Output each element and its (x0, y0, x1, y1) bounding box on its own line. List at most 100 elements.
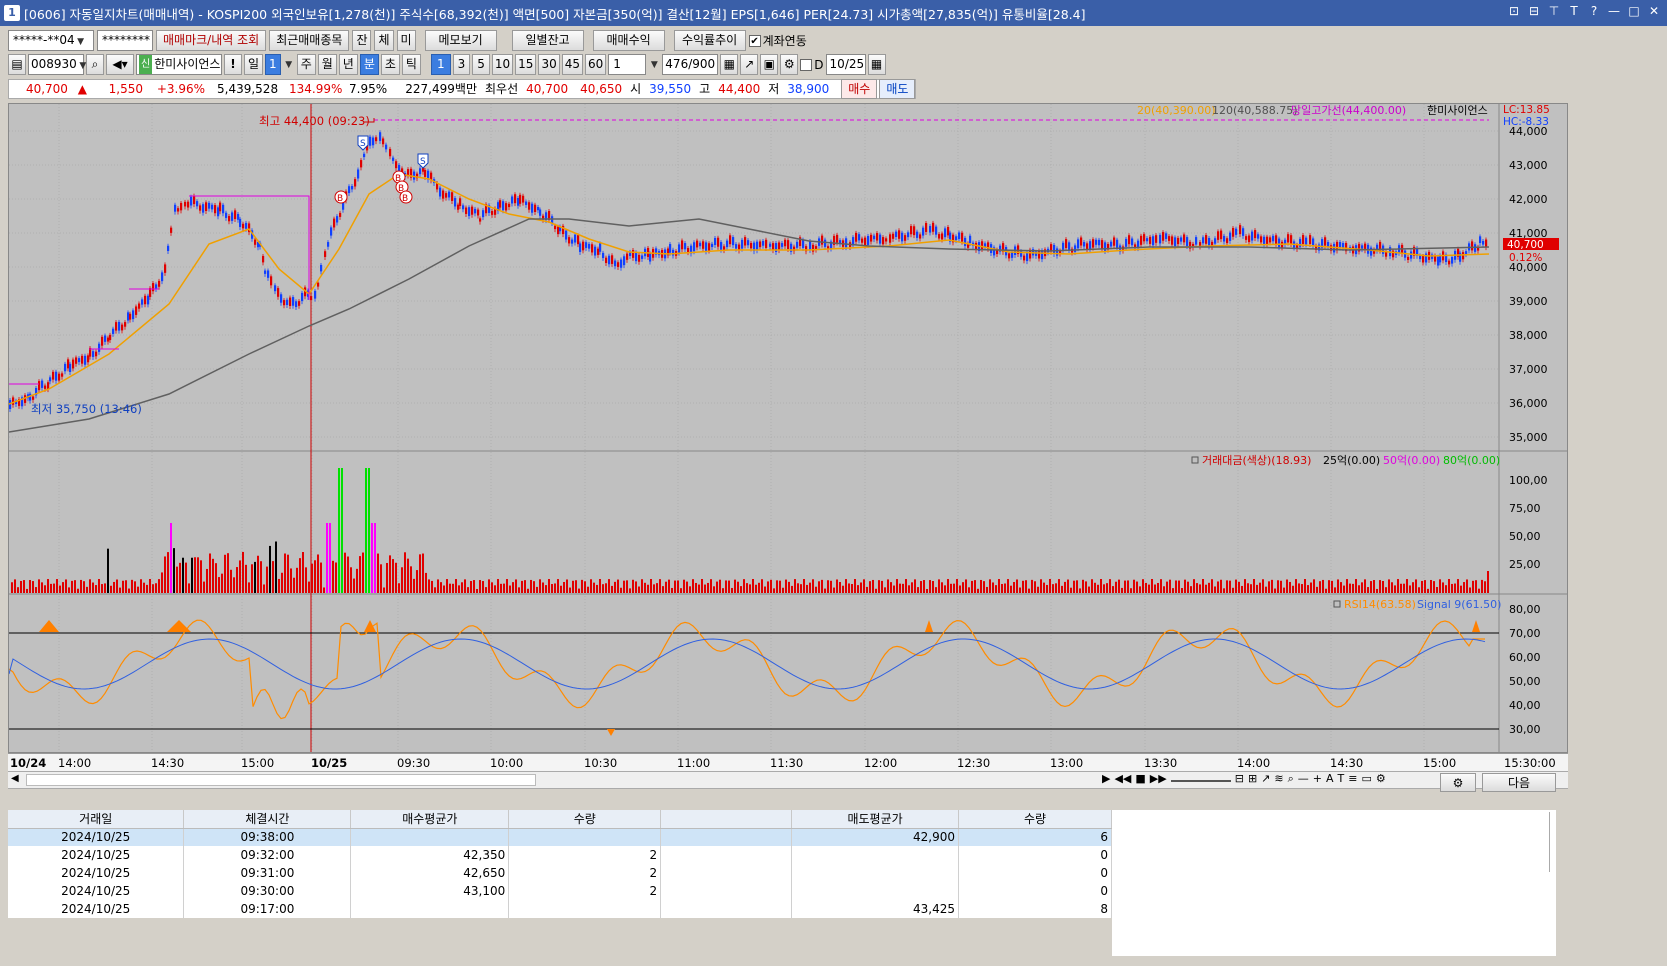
chart-area[interactable]: 20(40,390.00) 120(40,588.75) 당일고가선(44,40… (8, 103, 1568, 753)
rewind-icon[interactable]: ◀◀ (1114, 772, 1131, 786)
search-icon[interactable]: ⌕ (86, 54, 104, 75)
plus-icon[interactable]: + (1313, 772, 1322, 786)
executed-button[interactable]: 체 (374, 30, 394, 51)
zoom-in-icon[interactable]: ⊞ (1248, 772, 1257, 786)
stock-code-input[interactable]: 008930 ▼ (28, 54, 86, 75)
speaker-icon[interactable]: ◀▾ (106, 54, 134, 75)
settings-icon[interactable]: ⚙ (1376, 772, 1386, 786)
chevron-down-icon[interactable]: ▼ (648, 60, 660, 70)
col-buy-qty[interactable]: 수량 (508, 810, 662, 829)
stop-icon[interactable]: ■ (1135, 772, 1145, 786)
trade-profit-button[interactable]: 매매수익 (592, 30, 665, 51)
volume-bar (1286, 579, 1288, 593)
period-month[interactable]: 월 (317, 54, 337, 75)
interval-60[interactable]: 60 (585, 54, 607, 75)
zoom-slider[interactable] (1170, 772, 1231, 782)
daily-balance-button[interactable]: 일별잔고 (511, 30, 584, 51)
password-field[interactable]: ******** (97, 30, 153, 51)
scroll-right-icon[interactable]: ▶ (1102, 772, 1110, 786)
grid-icon[interactable]: ▦ (720, 54, 739, 75)
chevron-down-icon[interactable]: ▼ (283, 60, 295, 70)
period-day[interactable]: 일 (244, 54, 264, 75)
date-input[interactable]: 10/25 (825, 54, 866, 75)
memo-button[interactable]: 메모보기 (424, 30, 497, 51)
date-toggle[interactable]: D (800, 58, 824, 72)
table-row[interactable]: 2024/10/25 09:32:00 42,350 2 0 (8, 846, 1112, 864)
calendar-icon[interactable]: ▦ (867, 54, 886, 75)
check-icon[interactable]: ✔ (748, 34, 761, 47)
period-minute[interactable]: 분 (359, 54, 379, 75)
zoom-out-icon[interactable]: ⊟ (1235, 772, 1244, 786)
return-trend-button[interactable]: 수익률추이 (673, 30, 746, 51)
table-row[interactable]: 2024/10/25 09:38:00 42,900 6 (8, 828, 1112, 846)
period-year[interactable]: 년 (338, 54, 358, 75)
restore-icon[interactable]: ⊡ (1507, 4, 1521, 18)
scroll-thumb[interactable] (26, 774, 536, 786)
gear-icon[interactable]: ⚙ (780, 54, 799, 75)
unfilled-button[interactable]: 미 (396, 30, 416, 51)
col-sell-avg[interactable]: 매도평균가 (791, 810, 960, 829)
account-link-toggle[interactable]: ✔ 계좌연동 (748, 32, 807, 49)
minimize-icon[interactable]: — (1607, 4, 1621, 18)
tile-icon[interactable]: ⊟ (1527, 4, 1541, 18)
close-icon[interactable]: ✕ (1647, 4, 1661, 18)
trade-marks-button[interactable]: 매매마크/내역 조회 (156, 30, 267, 51)
stock-name-field[interactable]: 신 한미사이언스 (136, 54, 222, 75)
help-icon[interactable]: ? (1587, 4, 1601, 18)
period-tick[interactable]: 틱 (401, 54, 421, 75)
pin-icon[interactable]: ⊤ (1547, 4, 1561, 18)
col-buy-avg[interactable]: 매수평균가 (350, 810, 510, 829)
text-tool-icon[interactable]: A (1326, 772, 1334, 786)
recent-items-button[interactable]: 최근매매종목 (269, 30, 350, 51)
gear-button[interactable]: ⚙ (1440, 773, 1476, 792)
table-row[interactable]: 2024/10/25 09:30:00 43,100 2 0 (8, 882, 1112, 900)
chart-svg[interactable]: 20(40,390.00) 120(40,588.75) 당일고가선(44,40… (8, 103, 1567, 752)
interval-10[interactable]: 10 (491, 54, 514, 75)
layout-icon[interactable]: ▤ (8, 54, 26, 75)
balance-button[interactable]: 잔 (352, 30, 372, 51)
date-checkbox[interactable] (800, 58, 813, 71)
table-scrollbar[interactable] (1549, 812, 1557, 872)
period-day-count[interactable]: 1 (265, 54, 281, 75)
interval-15[interactable]: 15 (515, 54, 537, 75)
table-row[interactable]: 2024/10/25 09:17:00 43,425 8 (8, 900, 1112, 918)
next-button[interactable]: 다음 (1482, 773, 1556, 792)
save-icon[interactable]: ▣ (760, 54, 779, 75)
interval-45[interactable]: 45 (561, 54, 584, 75)
col-sell-qty[interactable]: 수량 (958, 810, 1112, 829)
interval-5[interactable]: 5 (472, 54, 490, 75)
list-icon[interactable]: ≡ (1348, 772, 1357, 786)
interval-custom-input[interactable]: 1 (608, 54, 647, 75)
forward-icon[interactable]: ▶▶ (1150, 772, 1167, 786)
minus-icon[interactable]: — (1298, 772, 1309, 786)
interval-1[interactable]: 1 (430, 54, 451, 75)
candle (167, 245, 170, 252)
font-icon[interactable]: T (1567, 4, 1581, 18)
pin-tool-icon[interactable]: T (1338, 772, 1345, 786)
magnifier-icon[interactable]: ⌕ (1288, 772, 1294, 786)
buy-button[interactable]: 매수 (841, 79, 878, 99)
volume-bar (1067, 579, 1069, 593)
chart-scrollbar[interactable]: ◀ ▶ ◀◀ ■ ▶▶ ⊟ ⊞ ↗ ≋ ⌕ — + A T ≡ ▭ ⚙ (8, 771, 1568, 789)
sell-button[interactable]: 매도 (879, 79, 916, 99)
col-trade-date[interactable]: 거래일 (8, 810, 185, 829)
volume-bar (1241, 585, 1243, 593)
candle (47, 382, 50, 390)
interval-3[interactable]: 3 (452, 54, 471, 75)
scroll-left-icon[interactable]: ◀ (11, 773, 19, 784)
table-row[interactable]: 2024/10/25 09:31:00 42,650 2 0 (8, 864, 1112, 882)
candle (922, 227, 925, 236)
maximize-icon[interactable]: □ (1627, 4, 1641, 18)
alert-icon[interactable]: ! (224, 54, 242, 75)
fib-icon[interactable]: ≋ (1274, 772, 1283, 786)
interval-30[interactable]: 30 (538, 54, 560, 75)
screen-icon[interactable]: ▭ (1361, 772, 1371, 786)
period-second[interactable]: 초 (380, 54, 400, 75)
col-exec-time[interactable]: 체결시간 (183, 810, 352, 829)
bar-count-field[interactable]: 476/900 (662, 54, 719, 75)
candle (451, 192, 454, 201)
account-select[interactable]: *****-**04 ▼ (8, 30, 94, 51)
cursor-icon[interactable]: ↗ (740, 54, 759, 75)
trendline-icon[interactable]: ↗ (1261, 772, 1270, 786)
period-week[interactable]: 주 (296, 54, 316, 75)
